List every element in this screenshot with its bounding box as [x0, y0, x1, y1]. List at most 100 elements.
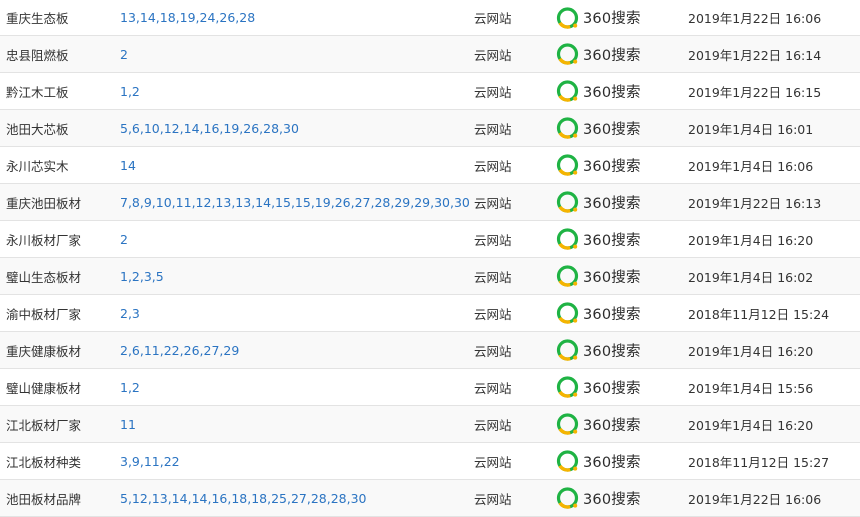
update-time-cell: 2019年1月4日 15:56	[688, 380, 814, 396]
360-search-logo-text: 360搜索	[583, 47, 641, 64]
rank-positions-link[interactable]: 1,2	[120, 369, 140, 405]
360-search-logo: 360搜索	[556, 190, 641, 214]
360-search-logo-icon	[556, 450, 579, 472]
rank-positions-link[interactable]: 2	[120, 36, 128, 72]
site-cell: 云网站	[474, 84, 512, 100]
360-search-logo: 360搜索	[556, 449, 641, 473]
rank-positions-link[interactable]: 2,6,11,22,26,27,29	[120, 332, 239, 368]
keyword-cell: 重庆健康板材	[6, 343, 82, 359]
keyword-cell: 重庆生态板	[6, 11, 69, 26]
site-cell: 云网站	[474, 11, 512, 26]
360-search-logo: 360搜索	[556, 42, 641, 66]
rank-positions-link[interactable]: 1,2	[120, 73, 140, 109]
table-row: 池田板材品牌 5,12,13,14,14,16,18,18,25,27,28,2…	[0, 480, 860, 517]
rank-positions-link[interactable]: 7,8,9,10,11,12,13,13,14,15,15,19,26,27,2…	[120, 184, 470, 220]
search-engine-cell: 360搜索	[556, 221, 641, 257]
site-cell: 云网站	[474, 491, 512, 507]
360-search-logo-icon	[556, 6, 579, 29]
update-time-cell: 2018年11月12日 15:24	[688, 306, 830, 322]
keyword-cell: 江北板材种类	[6, 454, 82, 470]
360-search-logo: 360搜索	[556, 412, 641, 436]
search-engine-cell: 360搜索	[556, 332, 641, 368]
search-engine-cell: 360搜索	[556, 147, 641, 183]
keyword-cell: 池田大芯板	[6, 121, 69, 137]
search-engine-cell: 360搜索	[556, 258, 641, 294]
360-search-logo-icon	[556, 302, 579, 324]
search-engine-cell: 360搜索	[556, 295, 641, 331]
360-search-logo: 360搜索	[556, 227, 641, 251]
update-time-cell: 2019年1月4日 16:20	[688, 417, 814, 433]
rank-positions-link[interactable]: 3,9,11,22	[120, 443, 180, 479]
site-cell: 云网站	[474, 380, 512, 396]
360-search-logo-icon	[556, 80, 579, 102]
rank-positions-link[interactable]: 13,14,18,19,24,26,28	[120, 0, 255, 35]
site-cell: 云网站	[474, 232, 512, 248]
table-row: 重庆健康板材 2,6,11,22,26,27,29 云网站 360搜索 2019…	[0, 332, 860, 369]
360-search-logo-text: 360搜索	[583, 491, 641, 508]
update-time-cell: 2019年1月22日 16:14	[688, 47, 822, 63]
360-search-logo: 360搜索	[556, 486, 641, 510]
360-search-logo-icon	[556, 228, 579, 250]
360-search-logo-text: 360搜索	[583, 380, 641, 397]
search-engine-cell: 360搜索	[556, 406, 641, 442]
keyword-cell: 永川芯实木	[6, 158, 69, 174]
table-row: 忠县阻燃板 2 云网站 360搜索 2019年1月22日 16:14	[0, 36, 860, 73]
site-cell: 云网站	[474, 269, 512, 285]
keyword-cell: 璧山生态板材	[6, 269, 82, 285]
update-time-cell: 2019年1月22日 16:06	[688, 11, 822, 26]
update-time-cell: 2019年1月4日 16:06	[688, 158, 814, 174]
site-cell: 云网站	[474, 47, 512, 63]
rank-positions-link[interactable]: 5,12,13,14,14,16,18,18,25,27,28,28,30	[120, 480, 367, 516]
keyword-cell: 忠县阻燃板	[6, 47, 69, 63]
keyword-cell: 重庆池田板材	[6, 195, 82, 211]
360-search-logo: 360搜索	[556, 301, 641, 325]
360-search-logo-icon	[556, 43, 579, 65]
table-row: 池田大芯板 5,6,10,12,14,16,19,26,28,30 云网站 36…	[0, 110, 860, 147]
site-cell: 云网站	[474, 343, 512, 359]
table-row: 璧山健康板材 1,2 云网站 360搜索 2019年1月4日 15:56	[0, 369, 860, 406]
site-cell: 云网站	[474, 417, 512, 433]
update-time-cell: 2018年11月12日 15:27	[688, 454, 830, 470]
search-engine-cell: 360搜索	[556, 369, 641, 405]
update-time-cell: 2019年1月22日 16:13	[688, 195, 822, 211]
update-time-cell: 2019年1月22日 16:15	[688, 84, 822, 100]
rank-positions-link[interactable]: 1,2,3,5	[120, 258, 164, 294]
table-row: 江北板材厂家 11 云网站 360搜索 2019年1月4日 16:20	[0, 406, 860, 443]
table-row: 永川芯实木 14 云网站 360搜索 2019年1月4日 16:06	[0, 147, 860, 184]
360-search-logo: 360搜索	[556, 116, 641, 140]
site-cell: 云网站	[474, 195, 512, 211]
site-cell: 云网站	[474, 306, 512, 322]
rank-positions-link[interactable]: 2	[120, 221, 128, 257]
site-cell: 云网站	[474, 121, 512, 137]
site-cell: 云网站	[474, 158, 512, 174]
360-search-logo: 360搜索	[556, 338, 641, 362]
360-search-logo-icon	[556, 339, 579, 361]
rank-positions-link[interactable]: 14	[120, 147, 136, 183]
360-search-logo: 360搜索	[556, 6, 641, 30]
360-search-logo-icon	[556, 376, 579, 398]
360-search-logo-text: 360搜索	[583, 454, 641, 471]
update-time-cell: 2019年1月22日 16:06	[688, 491, 822, 507]
table-row: 永川板材厂家 2 云网站 360搜索 2019年1月4日 16:20	[0, 221, 860, 258]
keyword-cell: 渝中板材厂家	[6, 306, 82, 322]
table-row: 渝中板材厂家 2,3 云网站 360搜索 2018年11月12日 15:24	[0, 295, 860, 332]
360-search-logo-icon	[556, 117, 579, 139]
360-search-logo: 360搜索	[556, 375, 641, 399]
site-cell: 云网站	[474, 454, 512, 470]
keyword-cell: 黔江木工板	[6, 84, 69, 100]
rank-positions-link[interactable]: 5,6,10,12,14,16,19,26,28,30	[120, 110, 299, 146]
rank-positions-link[interactable]: 11	[120, 406, 136, 442]
search-engine-cell: 360搜索	[556, 36, 641, 72]
table-row: 璧山生态板材 1,2,3,5 云网站 360搜索 2019年1月4日 16:02	[0, 258, 860, 295]
table-row: 重庆生态板 13,14,18,19,24,26,28 云网站 360搜索 201…	[0, 0, 860, 36]
keyword-cell: 池田板材品牌	[6, 491, 82, 507]
search-engine-cell: 360搜索	[556, 480, 641, 516]
360-search-logo-text: 360搜索	[583, 232, 641, 249]
360-search-logo-icon	[556, 154, 579, 176]
rank-positions-link[interactable]: 2,3	[120, 295, 140, 331]
360-search-logo-icon	[556, 413, 579, 435]
update-time-cell: 2019年1月4日 16:02	[688, 269, 814, 285]
360-search-logo-text: 360搜索	[583, 84, 641, 101]
ranking-table: 重庆生态板 13,14,18,19,24,26,28 云网站 360搜索 201…	[0, 0, 860, 517]
360-search-logo-text: 360搜索	[583, 417, 641, 434]
